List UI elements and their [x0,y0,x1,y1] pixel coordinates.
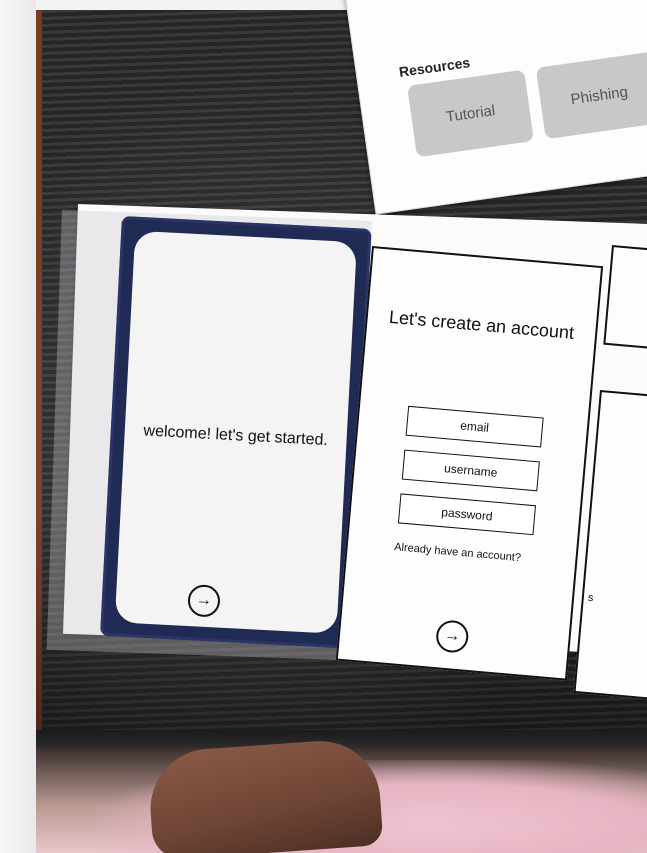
login-link[interactable]: Already have an account? [377,540,538,567]
arrow-right-circle-icon[interactable]: → [187,584,221,618]
button-outline [437,0,503,1]
phishing-button[interactable]: Phishing [535,51,647,140]
partial-screen-top [603,245,647,352]
signup-screen: Let's create an account email username p… [335,246,604,681]
phone-frame: welcome! let's get started. → [100,216,372,649]
tutorial-button[interactable]: Tutorial [407,69,534,158]
hand [146,737,384,853]
wall [0,0,36,853]
resources-heading: Resources [397,54,472,80]
cut-off-text: s [587,591,594,605]
password-field[interactable]: password [397,493,537,536]
arrow-right-circle-icon[interactable]: → [434,619,470,654]
photo-scene: Resources Tutorial Phishing welcome! let… [0,0,647,853]
welcome-message: welcome! let's get started. [143,422,329,450]
welcome-screen: welcome! let's get started. → [114,230,357,634]
email-field[interactable]: email [405,405,544,448]
resources-card: Resources Tutorial Phishing [342,0,647,215]
signup-title: Let's create an account [388,306,575,343]
username-field[interactable]: username [401,449,540,492]
